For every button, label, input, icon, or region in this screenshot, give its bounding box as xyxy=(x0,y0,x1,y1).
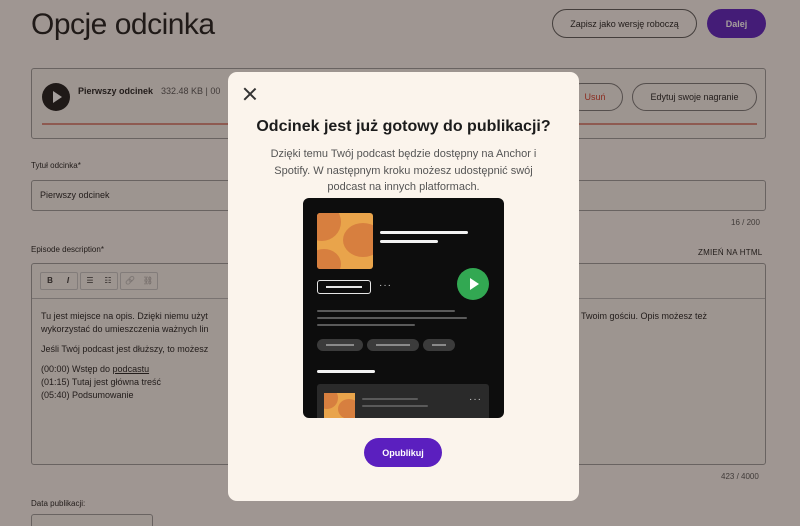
description-placeholder xyxy=(317,324,415,326)
more-icon: ··· xyxy=(469,394,482,405)
play-icon xyxy=(457,268,489,300)
spotify-illustration: ··· ··· xyxy=(303,198,504,418)
chip-placeholder xyxy=(317,339,363,351)
publish-dialog: Odcinek jest już gotowy do publikacji? D… xyxy=(228,72,579,501)
podcast-cover-art xyxy=(317,213,373,269)
title-placeholder xyxy=(380,231,468,234)
chip-placeholder xyxy=(367,339,419,351)
description-placeholder xyxy=(317,317,467,319)
section-heading-placeholder xyxy=(317,370,375,373)
episode-row-placeholder: ··· xyxy=(317,384,489,418)
episode-cover-art xyxy=(324,393,355,418)
dialog-description: Dzięki temu Twój podcast będzie dostępny… xyxy=(270,148,537,193)
description-placeholder xyxy=(317,310,455,312)
chip-placeholder xyxy=(423,339,455,351)
title-placeholder xyxy=(380,240,438,243)
close-icon[interactable] xyxy=(242,86,258,102)
more-icon: ··· xyxy=(379,280,392,291)
publish-button[interactable]: Opublikuj xyxy=(364,438,442,467)
dialog-title: Odcinek jest już gotowy do publikacji? xyxy=(256,118,551,135)
follow-placeholder xyxy=(317,280,371,294)
